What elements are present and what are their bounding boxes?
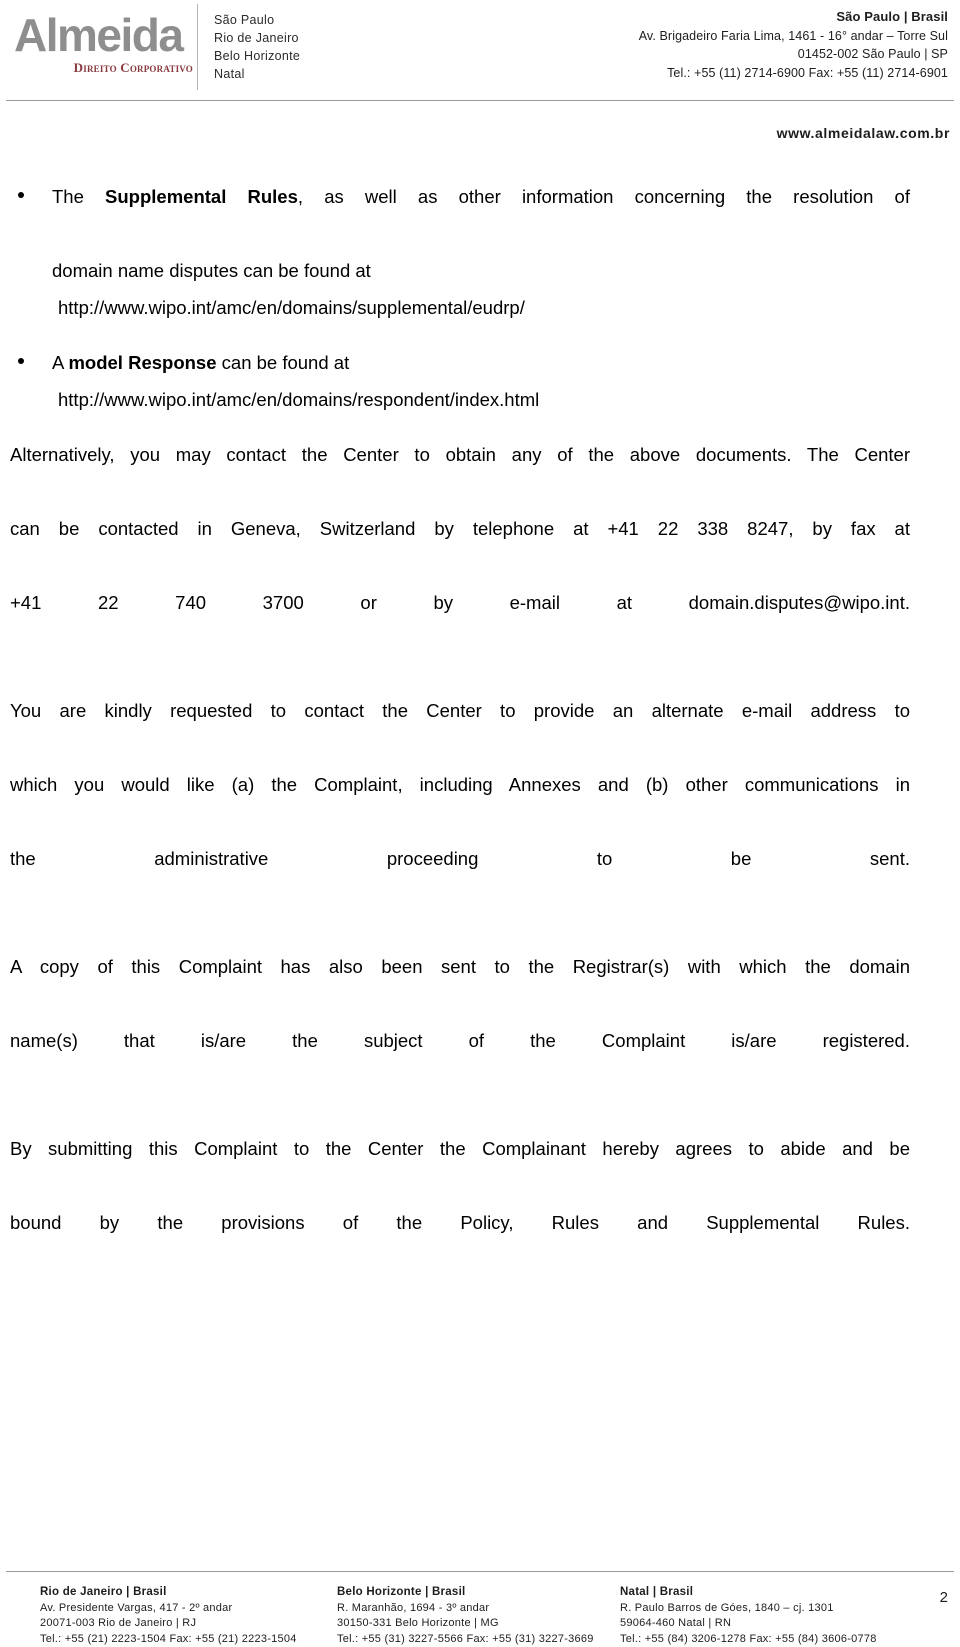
footer-office-contact: Tel.: +55 (84) 3206-1278 Fax: +55 (84) 3… (620, 1632, 877, 1645)
footer-office-natal: Natal | Brasil R. Paulo Barros de Góes, … (620, 1585, 877, 1647)
footer-office-street: R. Paulo Barros de Góes, 1840 – cj. 1301 (620, 1601, 834, 1614)
logo-tagline: Direito Corporativo (73, 60, 193, 75)
footer-office-city: Rio de Janeiro | Brasil (40, 1586, 167, 1598)
paragraph-line: By submitting this Complaint to the Cent… (10, 1138, 910, 1159)
bullet-lead-suffix: , as well as other information concernin… (297, 186, 910, 207)
bullet-lead-line: The Supplemental Rules, as well as other… (52, 178, 910, 252)
footer-office-street: Av. Presidente Vargas, 417 - 2º andar (40, 1601, 233, 1614)
bullet-icon (18, 192, 24, 198)
paragraph-tail-line: the administrative proceeding to be sent… (10, 848, 910, 869)
footer-office-postal: 30150-331 Belo Horizonte | MG (337, 1617, 499, 1629)
bullet-lead-prefix: The (52, 186, 106, 207)
document-page: Almeida Direito Corporativo São Paulo Ri… (0, 0, 960, 1647)
paragraph-tail-line: +41 22 740 3700 or by e-mail at domain.d… (10, 592, 910, 613)
page-footer: Rio de Janeiro | Brasil Av. Presidente V… (0, 1585, 960, 1647)
bullet-lead-bold: Supplemental Rules (105, 186, 298, 207)
footer-office-contact: Tel.: +55 (21) 2223-1504 Fax: +55 (21) 2… (40, 1632, 297, 1645)
paragraph-center-contact: Alternatively, you may contact the Cente… (10, 436, 910, 658)
hq-city-line: São Paulo | Brasil (836, 9, 948, 24)
paragraph-registrar-copy: A copy of this Complaint has also been s… (10, 948, 910, 1096)
header-office-list: São Paulo Rio de Janeiro Belo Horizonte … (214, 11, 300, 83)
hq-street-line: Av. Brigadeiro Faria Lima, 1461 - 16° an… (638, 28, 948, 43)
header-office-sao-paulo: São Paulo (214, 13, 275, 27)
logo-wordmark: Almeida (14, 9, 184, 61)
header-office-natal: Natal (214, 67, 245, 81)
bullet-lead-line: A model Response can be found at (52, 344, 910, 381)
footer-office-rio-de-janeiro: Rio de Janeiro | Brasil Av. Presidente V… (40, 1585, 297, 1647)
paragraph-line: You are kindly requested to contact the … (10, 700, 910, 721)
footer-office-postal: 59064-460 Natal | RN (620, 1617, 732, 1629)
bullet-icon (18, 358, 24, 364)
paragraph-line: bound by the provisions of the Policy, R… (10, 1212, 910, 1233)
headquarters-address: São Paulo | Brasil Av. Brigadeiro Faria … (639, 8, 948, 82)
footer-office-city: Natal | Brasil (620, 1586, 694, 1598)
page-number: 2 (939, 1589, 948, 1606)
header-office-belo-horizonte: Belo Horizonte (214, 49, 301, 63)
paragraph-agreement: By submitting this Complaint to the Cent… (10, 1130, 910, 1315)
bullet-lead-prefix: A (52, 352, 69, 373)
hq-postal-line: 01452-002 São Paulo | SP (797, 47, 948, 61)
footer-office-postal: 20071-003 Rio de Janeiro | RJ (40, 1617, 197, 1629)
footer-office-belo-horizonte: Belo Horizonte | Brasil R. Maranhão, 169… (337, 1585, 594, 1647)
paragraph-tail-line: name(s) that is/are the subject of the C… (10, 1030, 910, 1051)
document-body: The Supplemental Rules, as well as other… (10, 178, 910, 1315)
bullet-url[interactable]: http://www.wipo.int/amc/en/domains/respo… (52, 381, 910, 418)
paragraph-line: can be contacted in Geneva, Switzerland … (10, 518, 910, 539)
footer-office-contact: Tel.: +55 (31) 3227-5566 Fax: +55 (31) 3… (337, 1632, 594, 1645)
footer-divider (6, 1571, 954, 1572)
paragraph-line: Alternatively, you may contact the Cente… (10, 444, 910, 465)
footer-office-street: R. Maranhão, 1694 - 3º andar (337, 1601, 490, 1614)
header-office-rio-de-janeiro: Rio de Janeiro (214, 31, 299, 45)
bullet-lead-suffix: can be found at (216, 352, 350, 373)
paragraph-line: A copy of this Complaint has also been s… (10, 956, 910, 977)
list-item: A model Response can be found at http://… (10, 344, 910, 418)
company-logo: Almeida Direito Corporativo (12, 12, 197, 76)
header-vertical-divider (197, 4, 198, 90)
page-header: Almeida Direito Corporativo São Paulo Ri… (0, 0, 960, 101)
website-url[interactable]: www.almeidalaw.com.br (777, 125, 950, 141)
bullet-second-line: domain name disputes can be found at (52, 260, 371, 281)
paragraph-alternate-email: You are kindly requested to contact the … (10, 692, 910, 914)
footer-office-city: Belo Horizonte | Brasil (337, 1586, 466, 1598)
bullet-url[interactable]: http://www.wipo.int/amc/en/domains/suppl… (52, 289, 910, 326)
hq-contact-line: Tel.: +55 (11) 2714-6900 Fax: +55 (11) 2… (667, 65, 948, 80)
paragraph-line: which you would like (a) the Complaint, … (10, 774, 910, 795)
list-item: The Supplemental Rules, as well as other… (10, 178, 910, 326)
bullet-lead-bold: model Response (68, 352, 217, 373)
header-divider (6, 100, 954, 101)
